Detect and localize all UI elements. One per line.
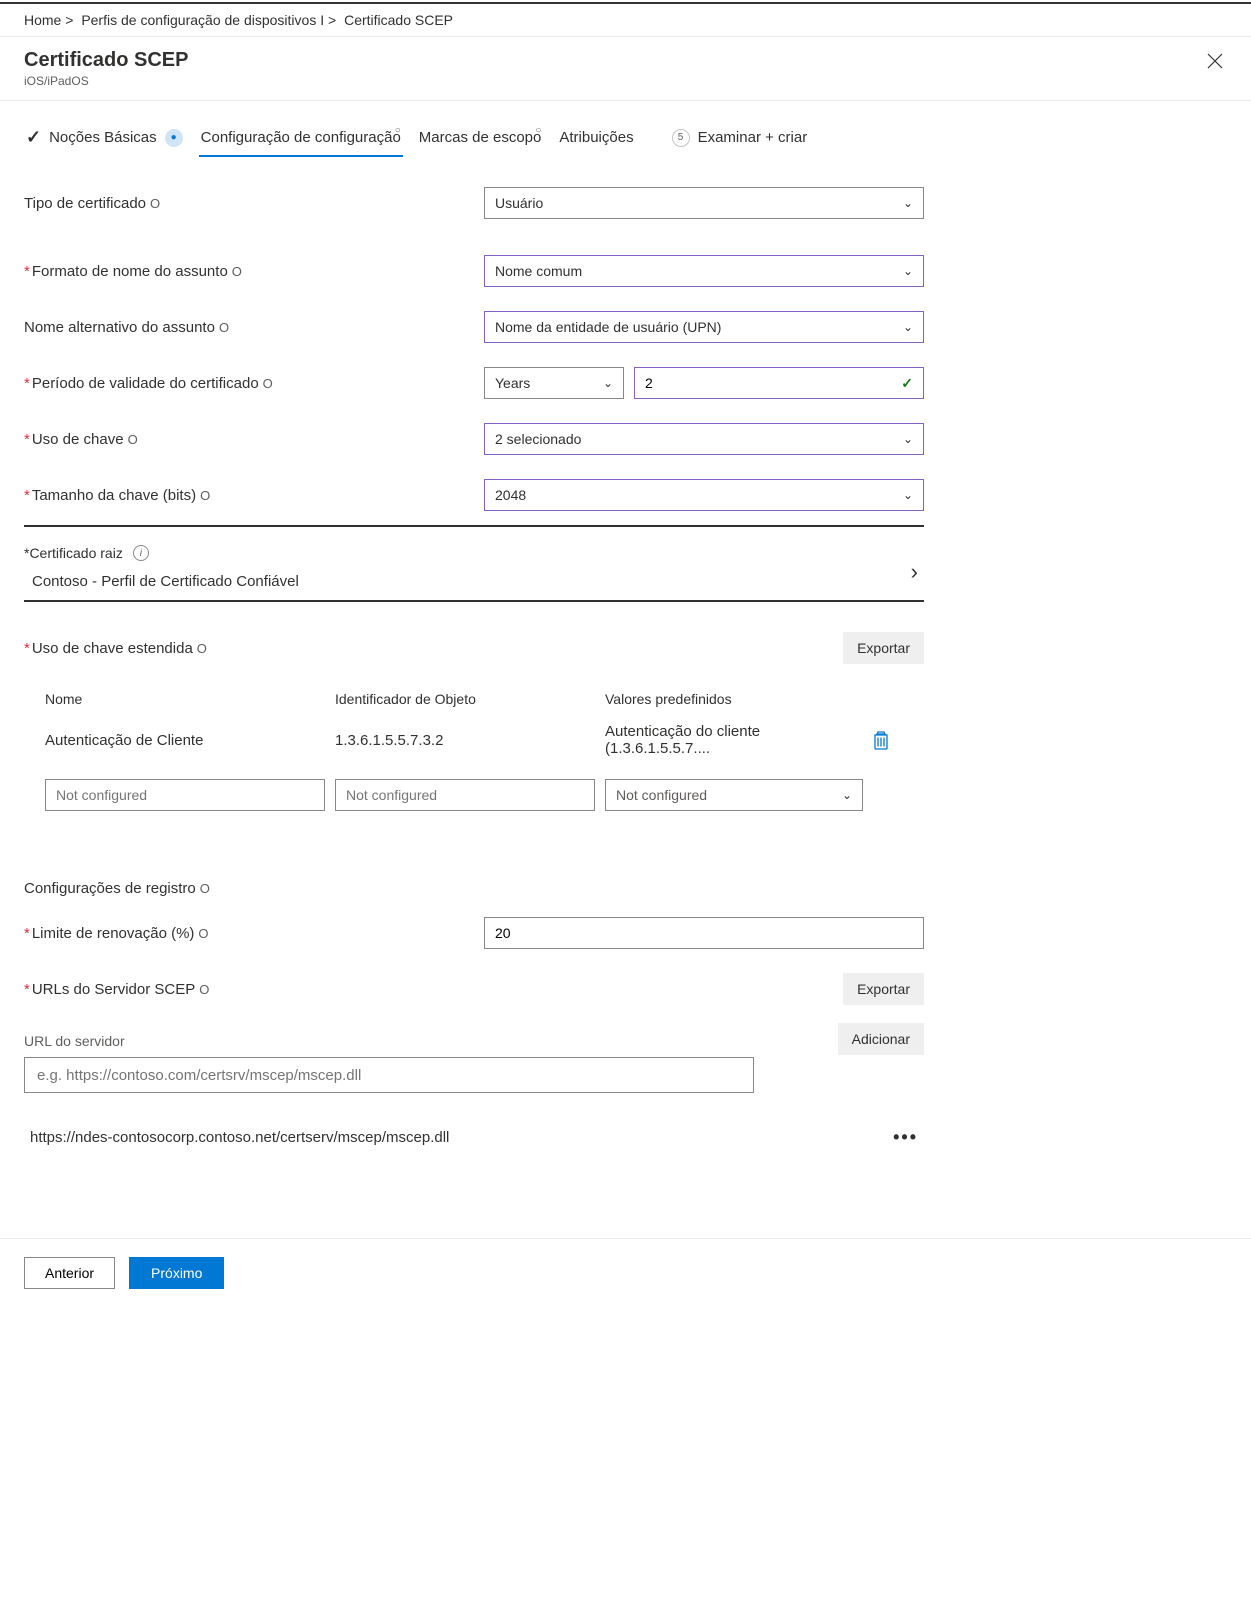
select-subject-format[interactable]: Nome comum ⌄	[484, 255, 924, 287]
previous-button[interactable]: Anterior	[24, 1257, 115, 1289]
select-validity-unit-value: Years	[495, 375, 530, 391]
select-san-value: Nome da entidade de usuário (UPN)	[495, 319, 721, 335]
step-badge-icon: ○	[529, 121, 547, 139]
select-key-usage[interactable]: 2 selecionado ⌄	[484, 423, 924, 455]
select-key-size[interactable]: 2048 ⌄	[484, 479, 924, 511]
wizard-step-review-label: Examinar + criar	[698, 129, 808, 146]
select-key-usage-value: 2 selecionado	[495, 431, 581, 447]
next-button[interactable]: Próximo	[129, 1257, 224, 1289]
wizard-step-configuration[interactable]: Configuração de configuração ○	[199, 123, 403, 156]
label-server-url: URL do servidor	[24, 1033, 838, 1049]
chevron-right-icon: ›	[911, 545, 924, 585]
input-validity-field[interactable]	[645, 368, 901, 398]
eku-col-preset: Valores predefinidos	[605, 691, 863, 707]
page-title: Certificado SCEP	[24, 49, 188, 72]
wizard-step-scope-tags[interactable]: Marcas de escopo ○	[417, 123, 544, 156]
input-validity-value[interactable]: ✓	[634, 367, 924, 399]
select-validity-unit[interactable]: Years ⌄	[484, 367, 624, 399]
wizard-step-assignments-label: Atribuições	[559, 129, 633, 146]
label-key-usage: *Uso de chaveO	[24, 431, 444, 448]
eku-input-name[interactable]	[45, 779, 325, 811]
label-validity: *Período de validade do certificadoO	[24, 375, 444, 392]
delete-icon[interactable]	[873, 730, 891, 750]
chevron-down-icon: ⌄	[903, 432, 913, 446]
label-renewal: *Limite de renovação (%)O	[24, 925, 444, 942]
input-server-url[interactable]	[24, 1057, 754, 1093]
select-cert-type-value: Usuário	[495, 195, 543, 211]
wizard-step-basics-label: Noções Básicas	[49, 129, 157, 146]
root-cert-value: Contoso - Perfil de Certificado Confiáve…	[24, 573, 891, 590]
eku-input-oid-field[interactable]	[346, 780, 584, 810]
eku-input-oid[interactable]	[335, 779, 595, 811]
add-url-button[interactable]: Adicionar	[838, 1023, 924, 1055]
chevron-down-icon: ⌄	[903, 196, 913, 210]
root-cert-picker[interactable]: *Certificado raiz i Contoso - Perfil de …	[24, 527, 924, 602]
wizard-step-scope-label: Marcas de escopo	[419, 129, 542, 146]
select-cert-type[interactable]: Usuário ⌄	[484, 187, 924, 219]
wizard-steps: ✓ Noções Básicas ● Configuração de confi…	[24, 121, 1227, 159]
eku-select-preset[interactable]: Not configured ⌄	[605, 779, 863, 811]
wizard-step-basics[interactable]: ✓ Noções Básicas ●	[24, 121, 185, 158]
step-badge-icon: ○	[389, 121, 407, 139]
wizard-step-review[interactable]: 5 Examinar + criar	[670, 123, 810, 157]
chevron-down-icon: ⌄	[603, 376, 613, 390]
chevron-down-icon: ⌄	[903, 320, 913, 334]
wizard-step-assignments[interactable]: Atribuições	[557, 123, 635, 156]
page-subtitle: iOS/iPadOS	[24, 74, 188, 88]
select-san[interactable]: Nome da entidade de usuário (UPN) ⌄	[484, 311, 924, 343]
export-urls-button[interactable]: Exportar	[843, 973, 924, 1005]
label-scep-urls: *URLs do Servidor SCEPO	[24, 981, 444, 998]
eku-row-preset: Autenticação do cliente (1.3.6.1.5.5.7..…	[605, 723, 863, 757]
breadcrumb-current: Certificado SCEP	[344, 12, 453, 28]
eku-col-name: Nome	[45, 691, 325, 707]
step-badge-icon: ●	[165, 129, 183, 147]
eku-input-name-field[interactable]	[56, 780, 314, 810]
eku-row-oid: 1.3.6.1.5.5.7.3.2	[335, 732, 595, 749]
check-icon: ✓	[26, 127, 41, 148]
server-url-row: https://ndes-contosocorp.contoso.net/cer…	[24, 1117, 924, 1158]
input-renewal-field[interactable]	[495, 918, 913, 948]
more-icon[interactable]: •••	[893, 1127, 918, 1148]
close-icon[interactable]	[1203, 49, 1227, 77]
eku-select-preset-value: Not configured	[616, 787, 707, 803]
label-subject-format: *Formato de nome do assuntoO	[24, 263, 444, 280]
input-renewal[interactable]	[484, 917, 924, 949]
label-cert-type: Tipo de certificadoO	[24, 195, 444, 212]
export-button[interactable]: Exportar	[843, 632, 924, 664]
chevron-down-icon: ⌄	[903, 264, 913, 278]
label-root-cert: *Certificado raiz	[24, 545, 123, 561]
label-san: Nome alternativo do assuntoO	[24, 319, 444, 336]
breadcrumb-profiles[interactable]: Perfis de configuração de dispositivos I…	[81, 12, 336, 28]
wizard-step-configuration-label: Configuração de configuração	[201, 129, 401, 146]
step-number-badge: 5	[672, 129, 690, 147]
chevron-down-icon: ⌄	[842, 788, 852, 802]
label-eku: *Uso de chave estendidaO	[24, 640, 444, 657]
select-key-size-value: 2048	[495, 487, 526, 503]
breadcrumb-home[interactable]: Home >	[24, 12, 73, 28]
chevron-down-icon: ⌄	[903, 488, 913, 502]
eku-col-oid: Identificador de Objeto	[335, 691, 595, 707]
enrollment-heading: Configurações de registroO	[24, 880, 924, 897]
eku-row-name: Autenticação de Cliente	[45, 732, 325, 749]
info-icon: i	[133, 545, 149, 561]
label-key-size: *Tamanho da chave (bits)O	[24, 487, 444, 504]
breadcrumb: Home > Perfis de configuração de disposi…	[0, 4, 1251, 37]
check-icon: ✓	[901, 375, 913, 392]
select-subject-format-value: Nome comum	[495, 263, 582, 279]
eku-row: Autenticação de Cliente 1.3.6.1.5.5.7.3.…	[35, 715, 923, 765]
server-url-value: https://ndes-contosocorp.contoso.net/cer…	[30, 1129, 449, 1146]
